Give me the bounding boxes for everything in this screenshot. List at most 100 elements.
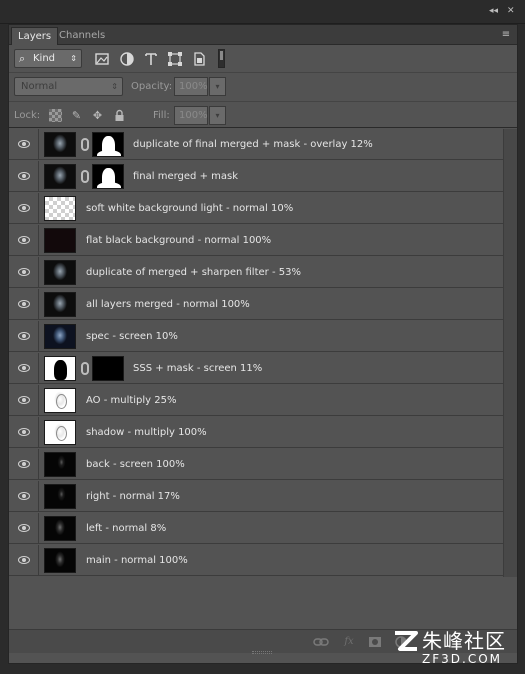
layer-name[interactable]: all layers merged - normal 100% (86, 299, 250, 310)
layer-thumbnail[interactable] (44, 548, 76, 573)
layer-visibility-toggle[interactable] (9, 225, 39, 256)
layer-name[interactable]: soft white background light - normal 10% (86, 203, 293, 214)
opacity-input[interactable]: 100% (174, 77, 208, 96)
lock-transparent-icon[interactable] (49, 109, 62, 122)
layer-mask-thumbnail[interactable] (92, 164, 124, 189)
layer-mask-thumbnail[interactable] (92, 132, 124, 157)
shape-filter-icon[interactable] (167, 51, 183, 67)
layer-thumbnail[interactable] (44, 516, 76, 541)
lock-paint-icon[interactable]: ✎ (70, 109, 83, 122)
layer-row[interactable]: duplicate of final merged + mask - overl… (9, 129, 503, 160)
eye-icon (18, 396, 30, 404)
layer-row[interactable]: flat black background - normal 100% (9, 225, 503, 256)
layer-row[interactable]: back - screen 100% (9, 449, 503, 480)
layer-thumbnail[interactable] (44, 260, 76, 285)
layer-name[interactable]: AO - multiply 25% (86, 395, 177, 406)
layer-row[interactable]: AO - multiply 25% (9, 385, 503, 416)
layer-row[interactable]: main - normal 100% (9, 545, 503, 576)
layer-row[interactable]: shadow - multiply 100% (9, 417, 503, 448)
close-panel-icon[interactable]: ✕ (507, 6, 517, 16)
opacity-label: Opacity: (131, 81, 173, 92)
layer-name[interactable]: right - normal 17% (86, 491, 180, 502)
layer-name[interactable]: duplicate of merged + sharpen filter - 5… (86, 267, 301, 278)
watermark-logo-icon (395, 631, 418, 651)
eye-icon (18, 524, 30, 532)
layer-name[interactable]: SSS + mask - screen 11% (133, 363, 262, 374)
layer-thumbnail[interactable] (44, 228, 76, 253)
layer-row[interactable]: duplicate of merged + sharpen filter - 5… (9, 257, 503, 288)
layer-visibility-toggle[interactable] (9, 449, 39, 480)
filter-toggle-switch[interactable] (218, 49, 225, 68)
layer-visibility-toggle[interactable] (9, 545, 39, 576)
layer-visibility-toggle[interactable] (9, 321, 39, 352)
layer-thumbnail[interactable] (44, 164, 76, 189)
layer-row[interactable]: left - normal 8% (9, 513, 503, 544)
opacity-dropdown-button[interactable]: ▾ (209, 77, 226, 96)
blend-mode-select[interactable]: Normal ⇕ (14, 77, 123, 96)
eye-icon (18, 556, 30, 564)
type-filter-icon[interactable] (143, 51, 159, 67)
layer-visibility-toggle[interactable] (9, 257, 39, 288)
mask-link-icon[interactable] (81, 362, 89, 375)
eye-icon (18, 172, 30, 180)
layers-panel: Layers Channels ≡ ⌕ Kind ⇕ Normal ⇕ Opac… (8, 24, 518, 664)
layer-thumbnail[interactable] (44, 324, 76, 349)
layer-name[interactable]: back - screen 100% (86, 459, 185, 470)
pixel-filter-icon[interactable] (94, 51, 110, 67)
layer-visibility-toggle[interactable] (9, 481, 39, 512)
layer-thumbnail[interactable] (44, 196, 76, 221)
add-mask-icon[interactable] (367, 635, 383, 649)
layer-visibility-toggle[interactable] (9, 513, 39, 544)
layer-thumbnail[interactable] (44, 292, 76, 317)
layer-name[interactable]: duplicate of final merged + mask - overl… (133, 139, 373, 150)
layers-scrollbar[interactable] (503, 129, 517, 577)
filter-kind-select[interactable]: ⌕ Kind ⇕ (14, 49, 82, 68)
layer-visibility-toggle[interactable] (9, 289, 39, 320)
layer-visibility-toggle[interactable] (9, 129, 39, 160)
eye-icon (18, 204, 30, 212)
tab-layers[interactable]: Layers (11, 27, 59, 45)
layer-name[interactable]: shadow - multiply 100% (86, 427, 207, 438)
eye-icon (18, 140, 30, 148)
layer-row[interactable]: right - normal 17% (9, 481, 503, 512)
layer-thumbnail[interactable] (44, 484, 76, 509)
resize-grip[interactable] (252, 651, 272, 654)
layer-thumbnail[interactable] (44, 452, 76, 477)
layer-thumbnail[interactable] (44, 420, 76, 445)
mask-link-icon[interactable] (81, 170, 89, 183)
smart-object-filter-icon[interactable] (191, 51, 207, 67)
lock-all-icon[interactable] (113, 109, 126, 122)
fx-icon[interactable]: fx (341, 635, 357, 649)
layer-name[interactable]: left - normal 8% (86, 523, 166, 534)
layer-mask-thumbnail[interactable] (92, 356, 124, 381)
layer-visibility-toggle[interactable] (9, 161, 39, 192)
mask-link-icon[interactable] (81, 138, 89, 151)
layer-row[interactable]: final merged + mask (9, 161, 503, 192)
layer-visibility-toggle[interactable] (9, 385, 39, 416)
layer-name[interactable]: spec - screen 10% (86, 331, 178, 342)
link-layers-icon[interactable] (313, 635, 329, 649)
layer-thumbnail[interactable] (44, 388, 76, 413)
layer-row[interactable]: soft white background light - normal 10% (9, 193, 503, 224)
layer-row[interactable]: SSS + mask - screen 11% (9, 353, 503, 384)
layer-name[interactable]: flat black background - normal 100% (86, 235, 271, 246)
adjustment-filter-icon[interactable] (119, 51, 135, 67)
layer-thumbnail[interactable] (44, 356, 76, 381)
layer-visibility-toggle[interactable] (9, 417, 39, 448)
panel-menu-icon[interactable]: ≡ (499, 28, 513, 42)
layer-thumbnail[interactable] (44, 132, 76, 157)
fill-dropdown-button[interactable]: ▾ (209, 106, 226, 125)
lock-row: Lock: ✎ ✥ Fill: 100% ▾ (9, 101, 517, 128)
layer-row[interactable]: all layers merged - normal 100% (9, 289, 503, 320)
layer-row[interactable]: spec - screen 10% (9, 321, 503, 352)
layer-visibility-toggle[interactable] (9, 353, 39, 384)
layer-name[interactable]: main - normal 100% (86, 555, 188, 566)
blend-row: Normal ⇕ Opacity: 100% ▾ (9, 74, 517, 100)
tab-channels[interactable]: Channels (53, 27, 111, 45)
layer-visibility-toggle[interactable] (9, 193, 39, 224)
chevron-updown-icon: ⇕ (70, 54, 77, 63)
collapse-panel-icon[interactable]: ◂◂ (489, 6, 503, 16)
lock-move-icon[interactable]: ✥ (91, 109, 104, 122)
fill-input[interactable]: 100% (174, 106, 208, 125)
layer-name[interactable]: final merged + mask (133, 171, 238, 182)
